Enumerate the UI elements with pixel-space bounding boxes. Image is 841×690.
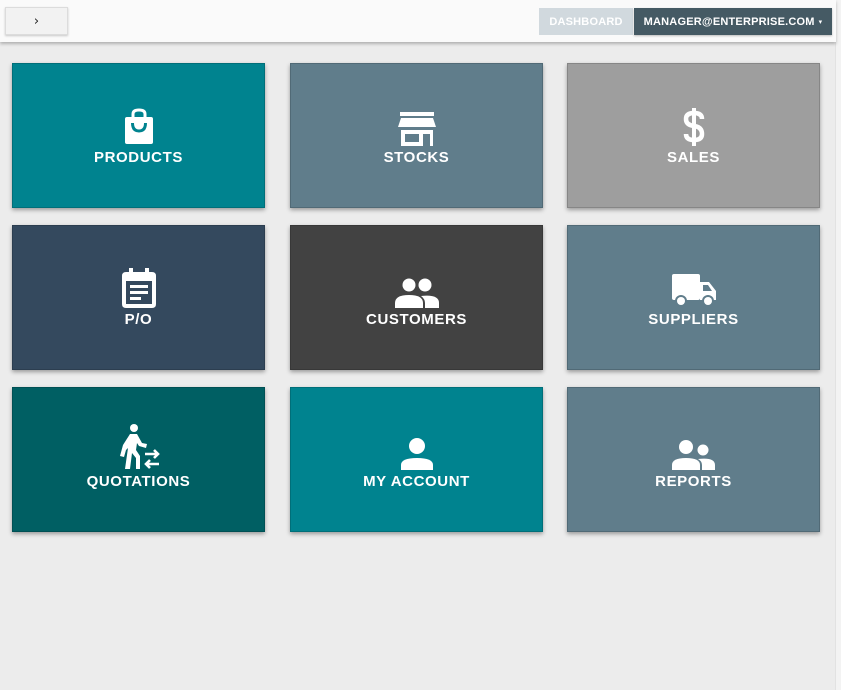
caret-down-icon: ▾ [818,17,823,26]
user-menu-label: MANAGER@ENTERPRISE.COM [643,15,815,28]
person-icon [393,428,441,470]
tile-products[interactable]: PRODUCTS [12,63,265,208]
truck-icon [670,266,718,308]
tile-label: CUSTOMERS [366,311,467,328]
page-scrollbar[interactable] [835,0,841,690]
supervisor-icon [670,428,718,470]
tile-suppliers[interactable]: SUPPLIERS [567,225,820,370]
tile-sales[interactable]: SALES [567,63,820,208]
tile-po[interactable]: P/O [12,225,265,370]
tile-quotations[interactable]: QUOTATIONS [12,387,265,532]
tile-customers[interactable]: CUSTOMERS [290,225,543,370]
tile-label: SUPPLIERS [648,311,739,328]
dollar-icon [670,104,718,146]
store-icon [393,104,441,146]
tile-label: P/O [124,311,153,328]
shopping-bag-icon [115,104,163,146]
tile-label: QUOTATIONS [86,473,191,490]
tile-label: REPORTS [655,473,732,490]
walker-exchange-icon [115,424,163,470]
people-icon [393,266,441,308]
user-menu-button[interactable]: MANAGER@ENTERPRISE.COM ▾ [634,8,832,35]
tile-label: SALES [666,149,720,166]
chevron-right-icon: › [33,13,40,29]
calendar-note-icon [115,266,163,308]
dashboard-button[interactable]: DASHBOARD [539,8,633,35]
tile-label: MY ACCOUNT [363,473,470,490]
tile-stocks[interactable]: STOCKS [290,63,543,208]
tile-label: PRODUCTS [94,149,183,166]
tile-my-account[interactable]: MY ACCOUNT [290,387,543,532]
sidebar-toggle-button[interactable]: › [5,7,68,35]
tile-reports[interactable]: REPORTS [567,387,820,532]
top-navbar: › DASHBOARD MANAGER@ENTERPRISE.COM ▾ [0,0,836,42]
tile-label: STOCKS [383,149,450,166]
